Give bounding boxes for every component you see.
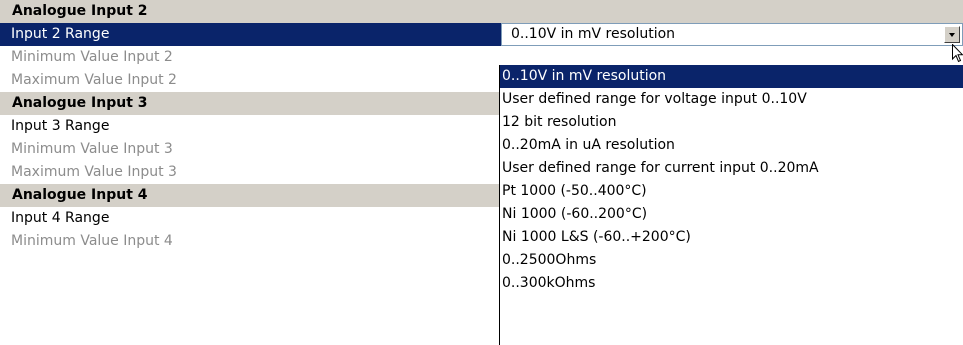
range-combobox[interactable]: 0..10V in mV resolution xyxy=(501,23,963,46)
dropdown-option[interactable]: User defined range for voltage input 0..… xyxy=(500,88,963,111)
dropdown-option[interactable]: 0..2500Ohms xyxy=(500,249,963,272)
dropdown-option[interactable]: 0..20mA in uA resolution xyxy=(500,134,963,157)
combobox-value: 0..10V in mV resolution xyxy=(511,26,676,42)
property-label: Maximum Value Input 2 xyxy=(11,72,177,88)
property-label: Input 4 Range xyxy=(11,210,110,226)
dropdown-option[interactable]: 0..300kOhms xyxy=(500,272,963,295)
section-header-label: Analogue Input 4 xyxy=(12,187,148,203)
dropdown-option[interactable]: 12 bit resolution xyxy=(500,111,963,134)
property-row-input-2-range[interactable]: Input 2 Range 0..10V in mV resolution xyxy=(0,23,963,46)
dropdown-option[interactable]: Ni 1000 L&S (-60..+200°C) xyxy=(500,226,963,249)
property-label: Input 3 Range xyxy=(11,118,110,134)
section-header-analogue-input-2: Analogue Input 2 xyxy=(0,0,963,23)
property-label: Input 2 Range xyxy=(11,26,110,42)
chevron-down-icon xyxy=(949,33,955,37)
property-label: Maximum Value Input 3 xyxy=(11,164,177,180)
dropdown-option[interactable]: Pt 1000 (-50..400°C) xyxy=(500,180,963,203)
dropdown-option[interactable]: User defined range for current input 0..… xyxy=(500,157,963,180)
property-label: Minimum Value Input 4 xyxy=(11,233,173,249)
range-dropdown-list[interactable]: 0..10V in mV resolution User defined ran… xyxy=(499,65,963,345)
mouse-cursor-icon xyxy=(952,44,963,63)
dropdown-option[interactable]: 0..10V in mV resolution xyxy=(500,65,963,88)
property-label: Minimum Value Input 3 xyxy=(11,141,173,157)
section-header-label: Analogue Input 3 xyxy=(12,95,148,111)
property-label: Minimum Value Input 2 xyxy=(11,49,173,65)
section-header-label: Analogue Input 2 xyxy=(12,3,148,19)
dropdown-button[interactable] xyxy=(944,26,960,43)
dropdown-option[interactable]: Ni 1000 (-60..200°C) xyxy=(500,203,963,226)
